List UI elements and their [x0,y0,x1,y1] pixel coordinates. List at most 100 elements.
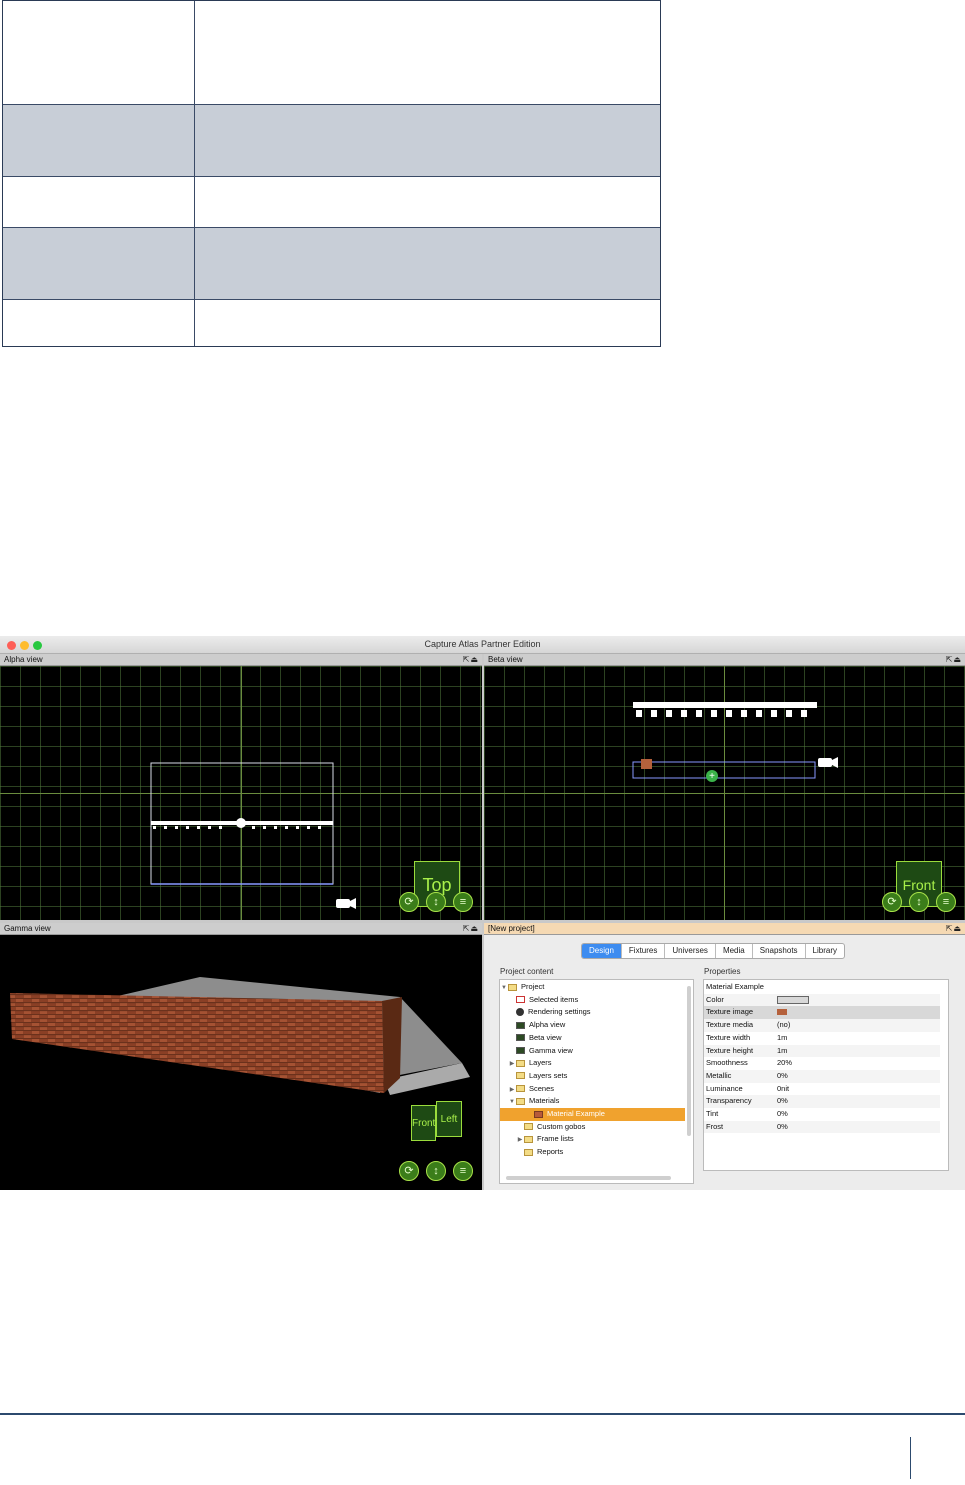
folder-icon [516,1072,525,1080]
tree-item-project[interactable]: ▼ Project [500,981,685,994]
wall-outline [632,761,816,779]
camera-icon[interactable] [336,898,356,909]
project-header: [New project] ⇱⏏ [484,923,965,935]
folder-icon [508,983,517,991]
alpha-view[interactable]: Top [0,666,482,920]
svg-text:+: + [709,771,715,782]
view-icon [516,1021,525,1029]
window-title: Capture Atlas Partner Edition [424,639,541,649]
folder-icon [516,1085,525,1093]
property-row-transparency[interactable]: Transparency 0% [704,1095,940,1108]
gamma-scene [10,977,470,1095]
tree-item-materials[interactable]: ▼ Materials [500,1095,685,1108]
property-row-texture-height[interactable]: Texture height 1m [704,1044,940,1058]
color-swatch[interactable] [777,995,809,1004]
truss [633,702,817,708]
beta-view[interactable]: + Front [484,666,965,920]
view-menu-button[interactable]: ≡ [936,892,956,912]
tree-item-layers[interactable]: ▶ Layers [500,1057,685,1070]
title-bar: Capture Atlas Partner Edition [0,636,965,654]
table-row [3,228,660,300]
texture-thumbnail[interactable] [777,1009,787,1016]
horizontal-scrollbar[interactable] [506,1176,671,1180]
table-row [3,177,660,228]
tree-item-frame-lists[interactable]: ▶ Frame lists [500,1133,685,1146]
move-view-button[interactable]: ↕ [426,892,446,912]
footer-rule [0,1413,965,1415]
properties-header: Material Example [706,982,764,991]
tab-fixtures[interactable]: Fixtures [622,944,666,958]
tab-snapshots[interactable]: Snapshots [753,944,806,958]
properties-label: Properties [704,967,741,976]
tab-design[interactable]: Design [582,944,622,958]
tree-item-material-example[interactable]: Material Example [500,1108,685,1121]
beta-view-header: Beta view ⇱⏏ [484,654,965,666]
tree-item-alpha-view[interactable]: Alpha view [500,1019,685,1032]
pane-maximize-icon[interactable]: ⇱⏏ [463,923,479,935]
folder-icon [516,1097,525,1105]
view-cube-front[interactable]: Front [411,1105,436,1141]
table-row [3,105,660,177]
folder-icon [524,1148,533,1156]
project-content-label: Project content [500,967,554,976]
material-icon [534,1110,543,1118]
property-row-color[interactable]: Color [704,993,940,1007]
pane-maximize-icon[interactable]: ⇱⏏ [946,654,962,666]
properties-table: Material Example Color Texture image Tex… [703,979,949,1171]
rotate-view-button[interactable]: ⟳ [882,892,902,912]
properties-header-row: Material Example [704,981,940,994]
view-icon [516,1034,525,1042]
tree-item-beta-view[interactable]: Beta view [500,1032,685,1045]
vertical-scrollbar[interactable] [687,986,691,1136]
tab-library[interactable]: Library [806,944,844,958]
property-row-metallic[interactable]: Metallic 0% [704,1069,940,1083]
pane-maximize-icon[interactable]: ⇱⏏ [946,923,962,935]
property-row-frost[interactable]: Frost 0% [704,1120,940,1134]
render-icon [516,1008,524,1017]
brick-wall [10,993,384,1093]
gamma-view[interactable]: Front Left [0,935,482,1190]
tab-universes[interactable]: Universes [665,944,716,958]
gamma-view-title: Gamma view [4,924,51,933]
property-row-tint[interactable]: Tint 0% [704,1108,940,1121]
project-title: [New project] [488,924,535,933]
project-tree: ▼ Project Selected items Rendering settin… [499,979,694,1184]
rotate-view-button[interactable]: ⟳ [399,892,419,912]
tree-item-rendering-settings[interactable]: Rendering settings [500,1006,685,1019]
beta-scene: + [632,702,838,782]
property-row-texture-image[interactable]: Texture image [704,1006,940,1020]
move-view-button[interactable]: ↕ [426,1161,446,1181]
view-menu-button[interactable]: ≡ [453,892,473,912]
tree-item-custom-gobos[interactable]: Custom gobos [500,1121,685,1134]
property-row-texture-width[interactable]: Texture width 1m [704,1032,940,1045]
table-row [3,300,660,346]
tree-item-layers-sets[interactable]: Layers sets [500,1070,685,1083]
camera-icon[interactable] [818,757,838,768]
view-cube-left[interactable]: Left [436,1101,462,1137]
gamma-view-header: Gamma view ⇱⏏ [0,923,482,935]
property-row-texture-media[interactable]: Texture media (no) [704,1019,940,1032]
top-table [2,0,661,347]
tree-item-scenes[interactable]: ▶ Scenes [500,1083,685,1096]
pane-maximize-icon[interactable]: ⇱⏏ [463,654,479,666]
view-menu-button[interactable]: ≡ [453,1161,473,1181]
view-icon [516,1047,525,1055]
move-view-button[interactable]: ↕ [909,892,929,912]
tree-item-selected-items[interactable]: Selected items [500,994,685,1007]
tab-media[interactable]: Media [716,944,753,958]
alpha-scene [150,762,356,909]
beta-view-title: Beta view [488,655,523,664]
table-row [3,1,660,105]
tree-item-gamma-view[interactable]: Gamma view [500,1045,685,1058]
tree-item-reports[interactable]: Reports [500,1146,685,1159]
material-icon [641,759,652,769]
app-window: Capture Atlas Partner Edition Alpha view… [0,636,965,1190]
property-row-smoothness[interactable]: Smoothness 20% [704,1057,940,1070]
folder-icon [516,1059,525,1067]
rotate-view-button[interactable]: ⟳ [399,1161,419,1181]
property-row-luminance[interactable]: Luminance 0nit [704,1083,940,1096]
tab-bar: Design Fixtures Universes Media Snapshot… [581,943,845,959]
folder-icon [524,1123,533,1131]
folder-icon [524,1135,533,1143]
alpha-view-title: Alpha view [4,655,43,664]
